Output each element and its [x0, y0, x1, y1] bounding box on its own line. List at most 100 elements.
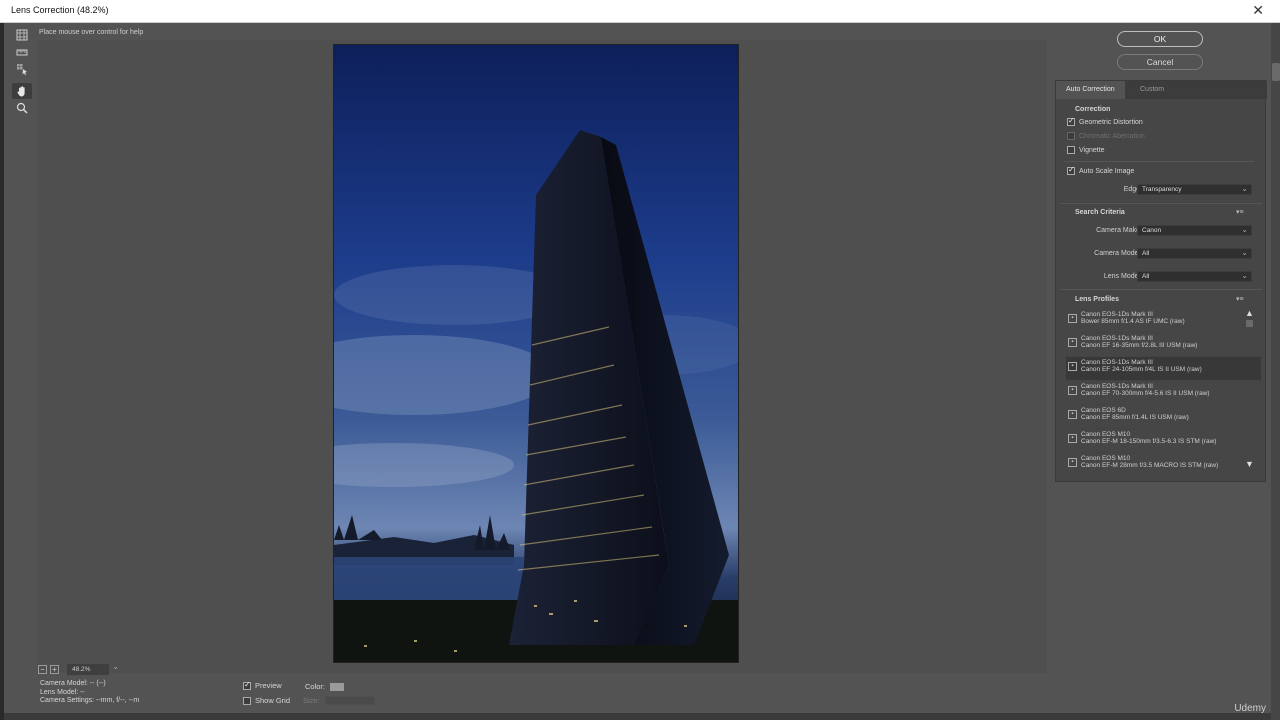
hand-tool-icon[interactable]: [12, 83, 32, 99]
profile-icon: ▪: [1068, 386, 1077, 395]
scroll-down-icon[interactable]: ▼: [1245, 459, 1254, 469]
left-edge: [0, 23, 4, 720]
lens-profiles-title: Lens Profiles: [1075, 296, 1119, 303]
profile-icon: ▪: [1068, 362, 1077, 371]
window-title: Lens Correction (48.2%): [11, 5, 109, 15]
camera-model-label: Camera Model:: [1094, 250, 1142, 257]
profile-camera: Canon EOS-1Ds Mark III: [1081, 311, 1153, 318]
close-icon[interactable]: ✕: [1252, 2, 1264, 19]
size-label: Size:: [303, 696, 320, 705]
profile-icon: ▪: [1068, 410, 1077, 419]
color-label: Color:: [305, 682, 326, 691]
remove-distortion-tool-icon[interactable]: [12, 27, 32, 43]
lens-model-select[interactable]: All ⌄: [1137, 271, 1252, 282]
profile-icon: ▪: [1068, 458, 1077, 467]
lens-profile-item[interactable]: ▪ Canon EOS-1Ds Mark III Canon EF 24-105mm…: [1066, 357, 1261, 381]
profile-camera: Canon EOS-1Ds Mark III: [1081, 383, 1153, 390]
color-swatch[interactable]: [330, 682, 345, 691]
divider: [1060, 203, 1262, 204]
search-menu-icon[interactable]: ▾≡: [1236, 208, 1244, 216]
lens-profile-item[interactable]: ▪ Canon EOS-1Ds Mark III Bower 85mm f/1.4 …: [1066, 309, 1261, 333]
profile-icon: ▪: [1068, 338, 1077, 347]
chromatic-aberration-row: Chromatic Aberration: [1067, 132, 1145, 140]
geometric-distortion-checkbox[interactable]: [1067, 116, 1075, 126]
search-criteria-title: Search Criteria: [1075, 209, 1125, 216]
size-select[interactable]: [324, 696, 375, 705]
profile-camera: Canon EOS-1Ds Mark III: [1081, 335, 1153, 342]
tab-auto-correction[interactable]: Auto Correction: [1056, 81, 1125, 99]
camera-model-select[interactable]: All ⌄: [1137, 248, 1252, 259]
divider: [1060, 289, 1262, 290]
help-text: Place mouse over control for help: [39, 29, 144, 36]
tab-custom[interactable]: Custom: [1130, 81, 1174, 99]
lens-profiles-list: ▪ Canon EOS-1Ds Mark III Bower 85mm f/1.4 …: [1066, 309, 1261, 472]
chromatic-aberration-checkbox: [1067, 132, 1075, 140]
chevron-down-icon: ⌄: [1241, 248, 1248, 257]
vignette-row[interactable]: Vignette: [1067, 146, 1105, 154]
chevron-down-icon: ⌄: [1241, 271, 1248, 280]
geometric-distortion-label: Geometric Distortion: [1079, 118, 1143, 126]
profile-camera: Canon EOS M10: [1081, 431, 1131, 438]
camera-make-label: Camera Make:: [1096, 227, 1142, 234]
profile-lens: Canon EF 85mm f/1.4L IS USM (raw): [1081, 414, 1189, 421]
straighten-tool-icon[interactable]: [12, 44, 32, 60]
profile-lens: Canon EF-M 28mm f/3.5 MACRO IS STM (raw): [1081, 462, 1219, 469]
scroll-up-icon[interactable]: ▲: [1245, 308, 1254, 318]
edge-select[interactable]: Transparency ⌄: [1137, 184, 1252, 195]
list-scroll-thumb[interactable]: [1246, 320, 1253, 327]
zoom-in-button[interactable]: +: [50, 664, 59, 674]
vignette-label: Vignette: [1079, 146, 1105, 154]
preview-image: [333, 44, 739, 663]
zoom-controls: − + 48.2%: [38, 662, 119, 675]
cancel-button[interactable]: Cancel: [1117, 54, 1203, 70]
ok-button[interactable]: OK: [1117, 31, 1203, 47]
vignette-checkbox[interactable]: [1067, 146, 1075, 154]
profile-lens: Canon EF 70-300mm f/4-5.6 IS II USM (raw…: [1081, 390, 1210, 397]
profile-camera: Canon EOS-1Ds Mark III: [1081, 359, 1153, 366]
chevron-down-icon: ⌄: [1241, 225, 1248, 234]
lens-model-info: Lens Model: --: [40, 688, 85, 696]
chevron-down-icon: ⌄: [1241, 184, 1248, 193]
lens-profile-item[interactable]: ▪ Canon EOS-1Ds Mark III Canon EF 70-300mm…: [1066, 381, 1261, 405]
correction-section-title: Correction: [1075, 106, 1111, 113]
auto-scale-checkbox[interactable]: [1067, 165, 1075, 175]
divider: [1064, 161, 1254, 162]
settings-panel: Auto Correction Custom Correction Geomet…: [1055, 80, 1267, 482]
lens-model-value: All: [1142, 273, 1150, 280]
chromatic-aberration-label: Chromatic Aberration: [1079, 132, 1145, 140]
camera-info: Camera Model: -- (--) Lens Model: -- Cam…: [40, 680, 139, 706]
camera-model-value: All: [1142, 250, 1150, 257]
lens-profile-item[interactable]: ▪ Canon EOS M10 Canon EF-M 28mm f/3.5 MACR…: [1066, 453, 1261, 472]
profile-icon: ▪: [1068, 314, 1077, 323]
profile-icon: ▪: [1068, 434, 1077, 443]
show-grid-checkbox[interactable]: [243, 696, 251, 705]
preview-checkbox[interactable]: [243, 680, 251, 690]
geometric-distortion-row[interactable]: Geometric Distortion: [1067, 116, 1143, 126]
zoom-tool-icon[interactable]: [12, 100, 32, 116]
lens-profile-item[interactable]: ▪ Canon EOS-1Ds Mark III Canon EF 16-35mm …: [1066, 333, 1261, 357]
show-grid-label: Show Grid: [255, 696, 291, 705]
panel-tabs: Auto Correction Custom: [1056, 81, 1267, 99]
preview-label: Preview: [255, 681, 282, 690]
profile-lens: Canon EF 16-35mm f/2.8L III USM (raw): [1081, 342, 1198, 349]
auto-scale-row[interactable]: Auto Scale Image: [1067, 165, 1134, 175]
camera-settings-info: Camera Settings: --mm, f/--, --m: [40, 697, 140, 704]
profile-camera: Canon EOS 6D: [1081, 407, 1126, 414]
profile-camera: Canon EOS M10: [1081, 455, 1131, 462]
tool-column: [10, 27, 34, 127]
lens-model-label: Lens Model:: [1103, 273, 1142, 280]
camera-make-select[interactable]: Canon ⌄: [1137, 225, 1252, 236]
profile-lens: Canon EF-M 18-150mm f/3.5-6.3 IS STM (ra…: [1081, 438, 1217, 445]
zoom-level-select[interactable]: 48.2%: [67, 662, 119, 675]
camera-model-info: Camera Model: -- (--): [40, 680, 106, 687]
profile-lens: Canon EF 24-105mm f/4L IS II USM (raw): [1081, 366, 1202, 373]
status-footer: [4, 713, 1271, 720]
move-grid-tool-icon[interactable]: [12, 61, 32, 77]
lens-profile-item[interactable]: ▪ Canon EOS 6D Canon EF 85mm f/1.4L IS USM…: [1066, 405, 1261, 429]
zoom-out-button[interactable]: −: [38, 664, 47, 674]
window-scroll-thumb[interactable]: [1272, 63, 1280, 81]
profiles-menu-icon[interactable]: ▾≡: [1236, 295, 1244, 303]
right-edge: [1271, 23, 1280, 720]
lens-profile-item[interactable]: ▪ Canon EOS M10 Canon EF-M 18-150mm f/3.5-…: [1066, 429, 1261, 453]
window-titlebar: Lens Correction (48.2%) ✕: [0, 0, 1280, 23]
